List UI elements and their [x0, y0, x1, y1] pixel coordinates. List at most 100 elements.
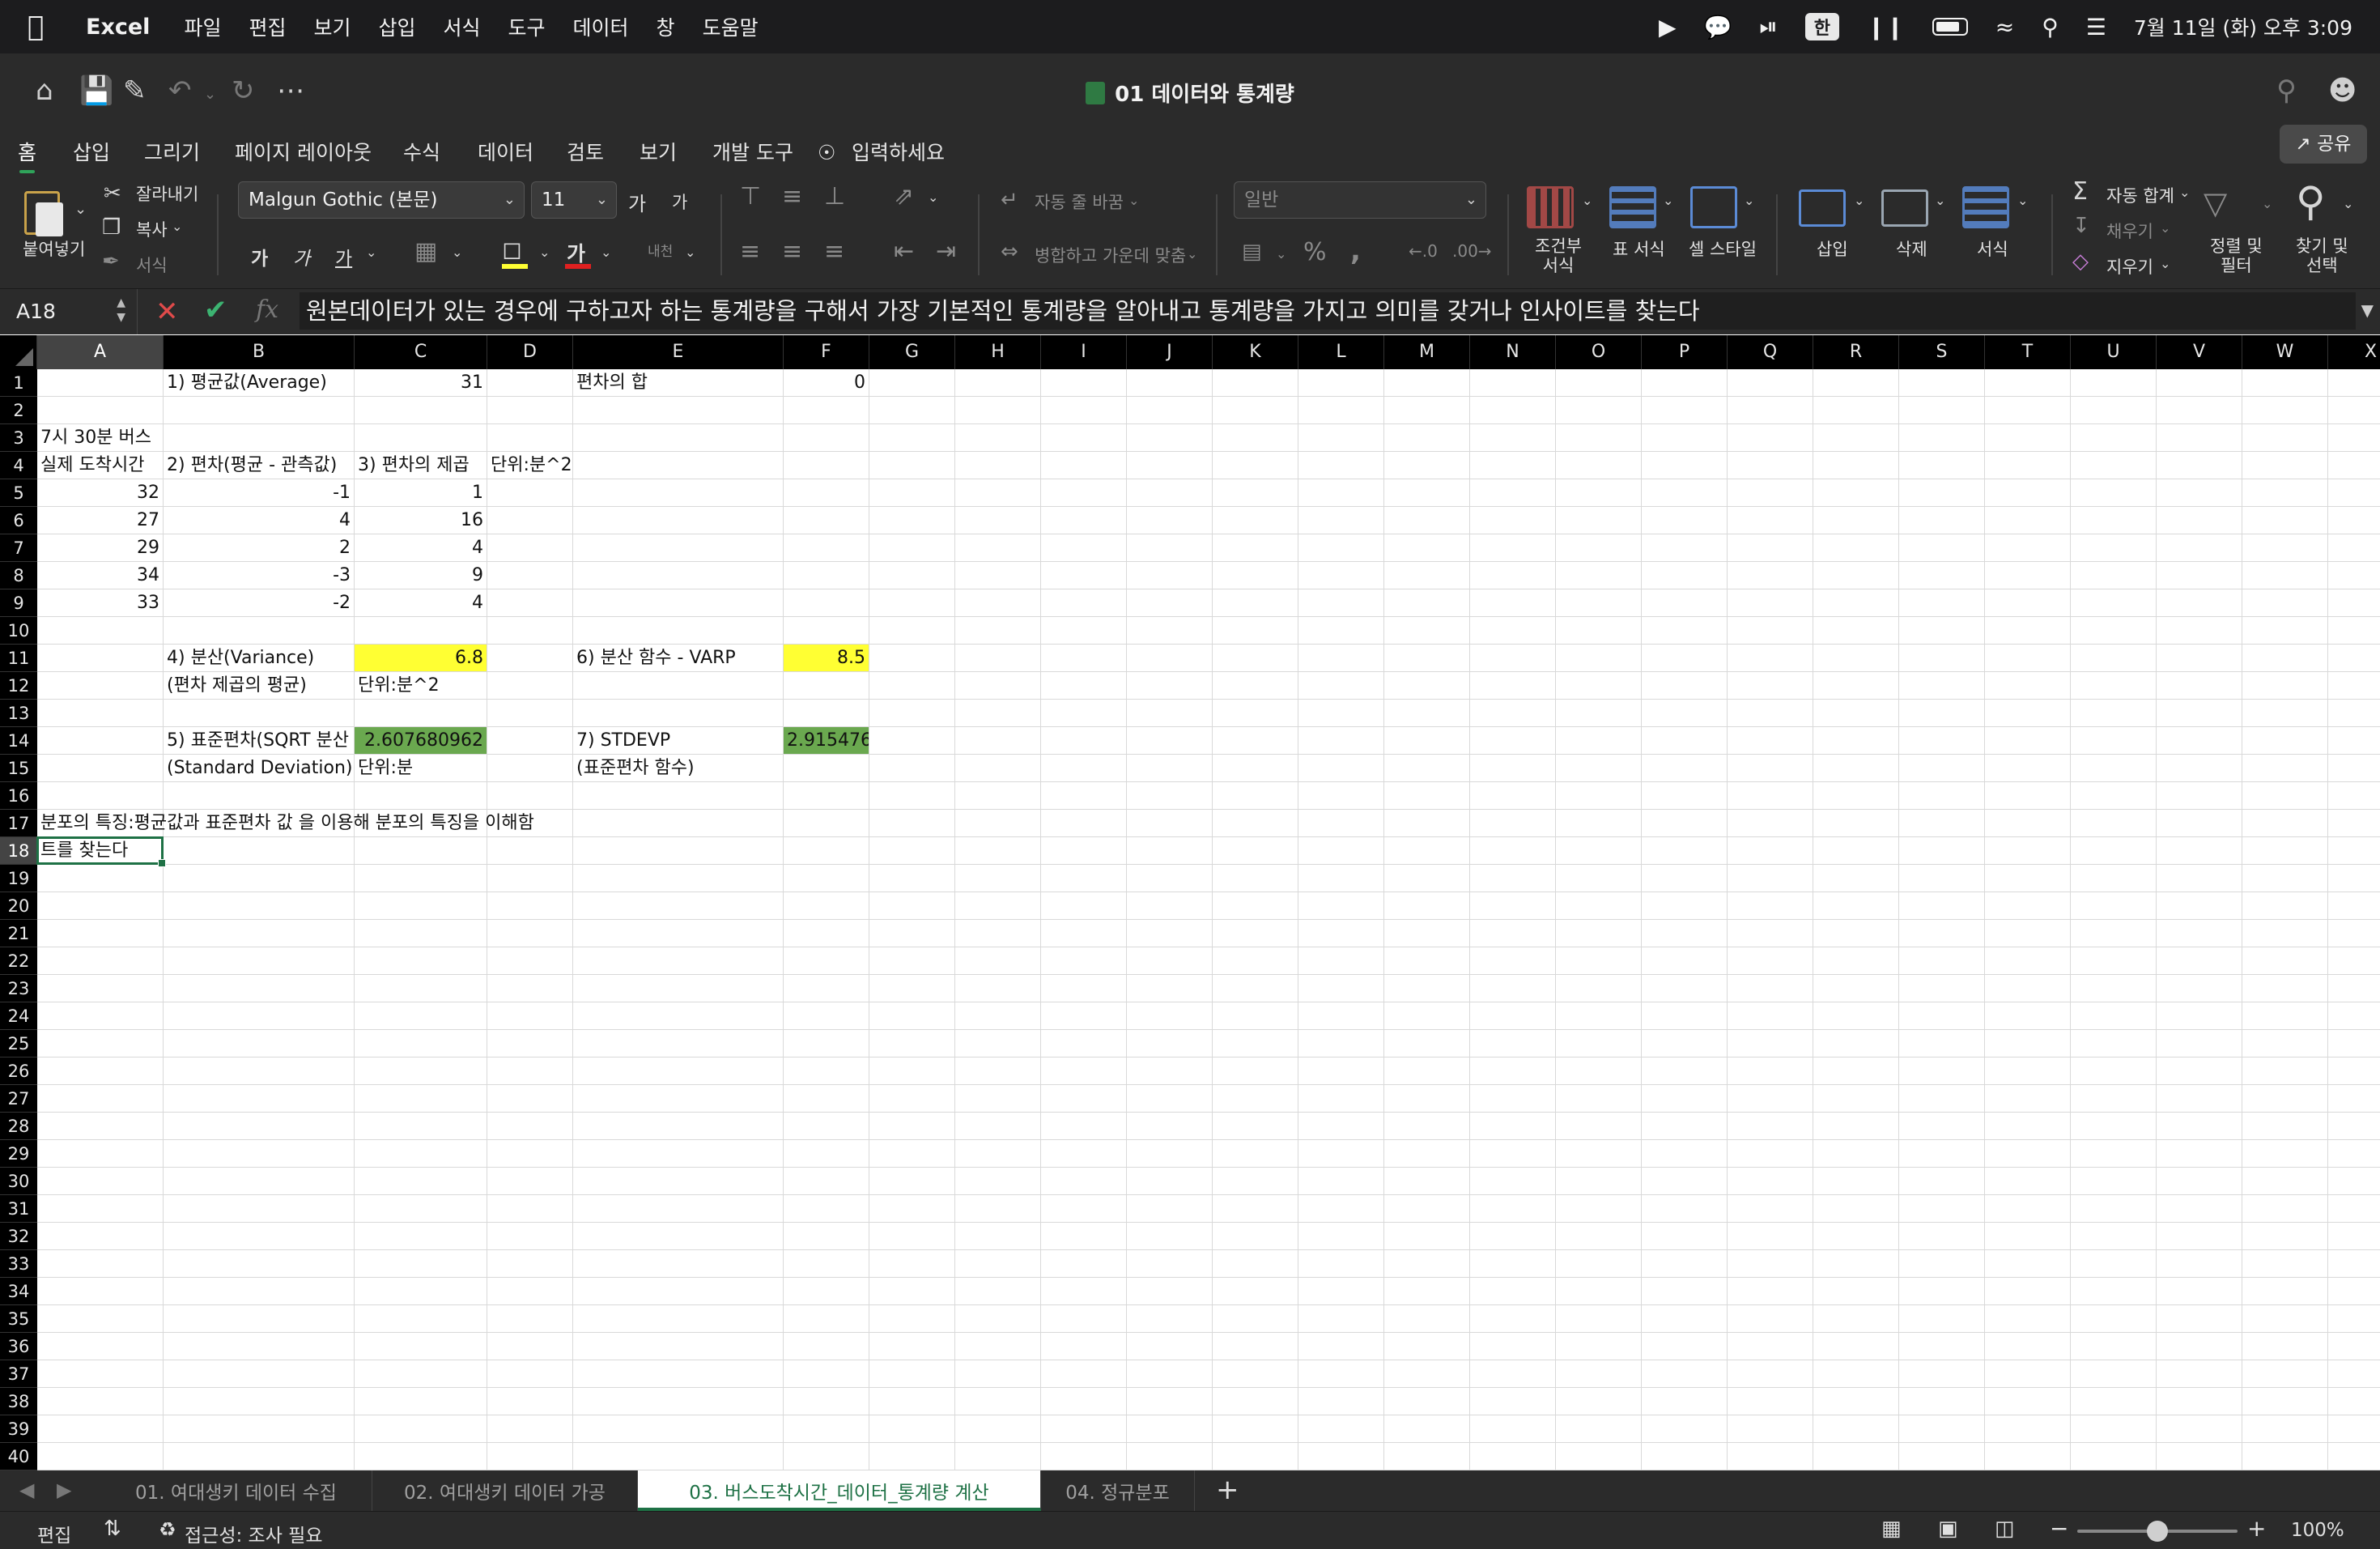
column-header-b[interactable]: B — [164, 335, 355, 369]
row-header-17[interactable]: 17 — [0, 810, 37, 837]
tab-page-layout[interactable]: 페이지 레이아웃 — [235, 128, 372, 178]
prev-sheet-icon[interactable]: ◀ — [19, 1479, 34, 1501]
format-table-dropdown-icon[interactable]: ⌄ — [1663, 194, 1673, 207]
font-color-button[interactable]: 가 — [567, 238, 585, 267]
align-center-icon[interactable]: ≡ — [782, 240, 802, 264]
font-name-select[interactable]: Malgun Gothic (본문) ⌄ — [238, 181, 525, 219]
cell-f11[interactable]: 8.5 — [784, 645, 869, 671]
column-header-j[interactable]: J — [1127, 335, 1213, 369]
sort-filter-dropdown-icon[interactable]: ⌄ — [2262, 198, 2272, 211]
cancel-edit-icon[interactable]: ✕ — [155, 296, 179, 328]
sort-filter-icon[interactable]: ▽ — [2204, 188, 2227, 219]
align-middle-icon[interactable]: ≡ — [782, 185, 802, 209]
cell-f14[interactable]: 2.915476 — [784, 727, 869, 754]
font-size-select[interactable]: 11 ⌄ — [531, 181, 617, 219]
cell-e15[interactable]: (표준편차 함수) — [573, 755, 698, 781]
add-sheet-button[interactable]: + — [1216, 1474, 1239, 1506]
wifi-icon[interactable]: ≈ — [1995, 14, 2014, 40]
conditional-format-button[interactable]: 조건부 서식 — [1535, 236, 1582, 275]
delete-cells-icon[interactable] — [1881, 189, 1928, 227]
column-header-w[interactable]: W — [2242, 335, 2328, 369]
find-select-icon[interactable]: ⚲ — [2296, 181, 2326, 222]
find-select-dropdown-icon[interactable]: ⌄ — [2343, 198, 2353, 211]
format-as-table-icon[interactable] — [1609, 186, 1656, 228]
row-header-34[interactable]: 34 — [0, 1278, 37, 1305]
cell-c6[interactable]: 16 — [355, 507, 487, 534]
row-header-33[interactable]: 33 — [0, 1250, 37, 1278]
zoom-level[interactable]: 100% — [2291, 1520, 2344, 1541]
search-icon[interactable]: ⚲ — [2276, 74, 2297, 107]
row-header-10[interactable]: 10 — [0, 617, 37, 645]
row-header-23[interactable]: 23 — [0, 975, 37, 1002]
accessibility-icon[interactable]: ♻ — [159, 1518, 176, 1541]
font-color-dropdown-icon[interactable]: ⌄ — [601, 246, 611, 259]
cell-b1[interactable]: 1) 평균값(Average) — [164, 369, 330, 396]
row-header-9[interactable]: 9 — [0, 589, 37, 617]
cell-b7[interactable]: 2 — [164, 534, 354, 561]
paste-icon[interactable] — [21, 183, 66, 240]
row-header-37[interactable]: 37 — [0, 1360, 37, 1388]
cell-c5[interactable]: 1 — [355, 479, 487, 506]
battery-icon[interactable] — [1932, 18, 1968, 36]
row-header-20[interactable]: 20 — [0, 892, 37, 920]
align-left-icon[interactable]: ≡ — [740, 240, 760, 264]
row-header-14[interactable]: 14 — [0, 727, 37, 755]
sheet-tab-2[interactable]: 02. 여대생키 데이터 가공 — [372, 1470, 638, 1511]
row-header-25[interactable]: 25 — [0, 1030, 37, 1057]
fill-icon[interactable]: ↧ — [2072, 215, 2090, 236]
row-header-24[interactable]: 24 — [0, 1002, 37, 1030]
cell-b11[interactable]: 4) 분산(Variance) — [164, 645, 317, 671]
menu-file[interactable]: 파일 — [184, 12, 221, 41]
column-header-p[interactable]: P — [1642, 335, 1728, 369]
autosum-icon[interactable]: Σ — [2072, 180, 2088, 204]
column-header-v[interactable]: V — [2157, 335, 2242, 369]
cell-b12[interactable]: (편차 제곱의 평균) — [164, 672, 310, 699]
column-header-a[interactable]: A — [37, 335, 164, 369]
cell-b6[interactable]: 4 — [164, 507, 354, 534]
cell-f1[interactable]: 0 — [784, 369, 869, 396]
row-header-16[interactable]: 16 — [0, 782, 37, 810]
tab-view[interactable]: 보기 — [640, 128, 677, 178]
cell-b8[interactable]: -3 — [164, 562, 354, 589]
conditional-dropdown-icon[interactable]: ⌄ — [1582, 194, 1592, 207]
cell-a8[interactable]: 34 — [37, 562, 163, 589]
row-header-15[interactable]: 15 — [0, 755, 37, 782]
tab-developer[interactable]: 개발 도구 — [712, 128, 793, 178]
clear-dropdown-icon[interactable]: ⌄ — [2160, 257, 2170, 270]
account-icon[interactable]: ☻ — [2328, 74, 2357, 107]
insert-cells-icon[interactable] — [1799, 189, 1846, 227]
cell-styles-dropdown-icon[interactable]: ⌄ — [1744, 194, 1754, 207]
macro-record-icon[interactable]: ⇅ — [104, 1517, 121, 1541]
merge-center-button[interactable]: 병합하고 가운데 맞춤 — [1035, 243, 1186, 267]
column-header-n[interactable]: N — [1470, 335, 1556, 369]
phonetic-guide-button[interactable]: 내천 — [648, 240, 673, 260]
row-header-29[interactable]: 29 — [0, 1140, 37, 1168]
cell-c12[interactable]: 단위:분^2 — [355, 672, 443, 699]
comma-style-button[interactable]: , — [1350, 235, 1361, 267]
next-sheet-icon[interactable]: ▶ — [57, 1479, 71, 1501]
underline-dropdown-icon[interactable]: ⌄ — [366, 246, 376, 259]
column-header-g[interactable]: G — [869, 335, 955, 369]
zoom-out-button[interactable]: − — [2050, 1515, 2068, 1542]
spotlight-search-icon[interactable]: ⚲ — [2042, 14, 2059, 40]
column-header-x[interactable]: X — [2328, 335, 2380, 369]
menu-format[interactable]: 서식 — [444, 12, 481, 41]
paste-dropdown-icon[interactable]: ⌄ — [74, 202, 87, 217]
wrap-text-icon[interactable]: ↵ — [1001, 189, 1018, 211]
select-all-corner[interactable] — [0, 335, 37, 369]
column-header-u[interactable]: U — [2071, 335, 2157, 369]
copy-dropdown-icon[interactable]: ⌄ — [172, 220, 182, 233]
cell-styles-icon[interactable] — [1690, 186, 1737, 228]
row-header-21[interactable]: 21 — [0, 920, 37, 947]
airpods-icon[interactable]: ❙❙ — [1867, 14, 1905, 40]
column-header-m[interactable]: M — [1384, 335, 1470, 369]
wrap-text-dropdown-icon[interactable]: ⌄ — [1128, 194, 1139, 207]
menu-insert[interactable]: 삽입 — [378, 12, 415, 41]
cell-e11[interactable]: 6) 분산 함수 - VARP — [573, 645, 739, 671]
row-header-32[interactable]: 32 — [0, 1223, 37, 1250]
cell-c11[interactable]: 6.8 — [355, 645, 487, 671]
clear-icon[interactable]: ◇ — [2072, 251, 2089, 272]
format-cells-icon[interactable] — [1962, 186, 2009, 228]
row-header-19[interactable]: 19 — [0, 865, 37, 892]
row-header-40[interactable]: 40 — [0, 1443, 37, 1470]
